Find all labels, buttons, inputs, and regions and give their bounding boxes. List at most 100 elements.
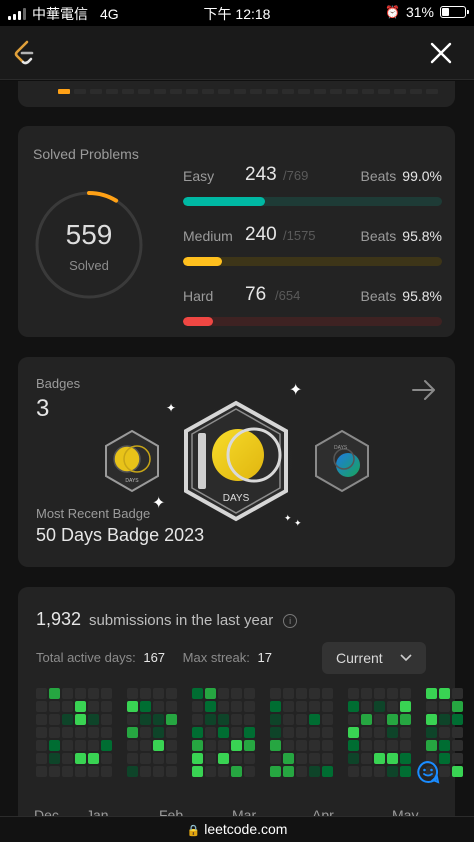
calendar-day[interactable] <box>283 714 294 725</box>
calendar-day[interactable] <box>62 688 73 699</box>
calendar-day[interactable] <box>348 714 359 725</box>
calendar-day[interactable] <box>75 727 86 738</box>
calendar-day[interactable] <box>218 688 229 699</box>
calendar-day[interactable] <box>101 701 112 712</box>
calendar-day[interactable] <box>36 753 47 764</box>
calendar-day[interactable] <box>244 714 255 725</box>
calendar-day[interactable] <box>374 766 385 777</box>
calendar-day[interactable] <box>140 688 151 699</box>
calendar-day[interactable] <box>387 740 398 751</box>
calendar-day[interactable] <box>101 727 112 738</box>
calendar-day[interactable] <box>140 766 151 777</box>
calendar-day[interactable] <box>244 701 255 712</box>
calendar-day[interactable] <box>75 688 86 699</box>
calendar-day[interactable] <box>296 688 307 699</box>
calendar-day[interactable] <box>88 727 99 738</box>
calendar-day[interactable] <box>374 727 385 738</box>
calendar-day[interactable] <box>231 701 242 712</box>
calendar-day[interactable] <box>361 701 372 712</box>
calendar-day[interactable] <box>296 740 307 751</box>
calendar-day[interactable] <box>62 701 73 712</box>
calendar-day[interactable] <box>88 688 99 699</box>
calendar-day[interactable] <box>101 740 112 751</box>
calendar-day[interactable] <box>452 740 463 751</box>
calendar-day[interactable] <box>101 714 112 725</box>
calendar-day[interactable] <box>309 753 320 764</box>
calendar-day[interactable] <box>374 688 385 699</box>
calendar-day[interactable] <box>270 701 281 712</box>
calendar-day[interactable] <box>400 701 411 712</box>
calendar-day[interactable] <box>49 701 60 712</box>
calendar-day[interactable] <box>231 753 242 764</box>
calendar-day[interactable] <box>140 753 151 764</box>
badge-50-days-icon[interactable]: DAYS <box>174 395 298 527</box>
calendar-day[interactable] <box>218 766 229 777</box>
calendar-day[interactable] <box>166 714 177 725</box>
calendar-day[interactable] <box>153 753 164 764</box>
calendar-day[interactable] <box>452 766 463 777</box>
calendar-day[interactable] <box>62 714 73 725</box>
calendar-day[interactable] <box>192 766 203 777</box>
calendar-day[interactable] <box>244 688 255 699</box>
calendar-day[interactable] <box>49 714 60 725</box>
calendar-day[interactable] <box>374 753 385 764</box>
calendar-day[interactable] <box>205 701 216 712</box>
calendar-day[interactable] <box>62 766 73 777</box>
calendar-day[interactable] <box>322 727 333 738</box>
calendar-day[interactable] <box>387 701 398 712</box>
calendar-day[interactable] <box>322 753 333 764</box>
calendar-day[interactable] <box>218 714 229 725</box>
badge-small-left-icon[interactable]: DAYS <box>102 429 162 493</box>
calendar-day[interactable] <box>348 688 359 699</box>
calendar-day[interactable] <box>400 753 411 764</box>
calendar-day[interactable] <box>309 766 320 777</box>
calendar-day[interactable] <box>166 766 177 777</box>
calendar-day[interactable] <box>400 727 411 738</box>
calendar-day[interactable] <box>270 727 281 738</box>
calendar-day[interactable] <box>244 753 255 764</box>
calendar-day[interactable] <box>218 740 229 751</box>
calendar-day[interactable] <box>231 740 242 751</box>
calendar-day[interactable] <box>387 727 398 738</box>
calendar-day[interactable] <box>192 740 203 751</box>
calendar-day[interactable] <box>88 740 99 751</box>
calendar-day[interactable] <box>75 701 86 712</box>
calendar-day[interactable] <box>166 727 177 738</box>
calendar-day[interactable] <box>192 701 203 712</box>
calendar-day[interactable] <box>244 766 255 777</box>
calendar-day[interactable] <box>127 740 138 751</box>
leetcode-logo-icon[interactable] <box>10 38 40 68</box>
calendar-day[interactable] <box>127 753 138 764</box>
calendar-day[interactable] <box>400 766 411 777</box>
calendar-day[interactable] <box>387 766 398 777</box>
calendar-day[interactable] <box>361 740 372 751</box>
calendar-day[interactable] <box>88 766 99 777</box>
calendar-day[interactable] <box>361 727 372 738</box>
calendar-day[interactable] <box>439 766 450 777</box>
calendar-day[interactable] <box>153 688 164 699</box>
calendar-day[interactable] <box>322 688 333 699</box>
calendar-day[interactable] <box>166 753 177 764</box>
calendar-day[interactable] <box>49 766 60 777</box>
calendar-day[interactable] <box>374 701 385 712</box>
calendar-day[interactable] <box>153 714 164 725</box>
calendar-day[interactable] <box>101 766 112 777</box>
calendar-day[interactable] <box>88 753 99 764</box>
calendar-day[interactable] <box>231 714 242 725</box>
calendar-day[interactable] <box>205 727 216 738</box>
calendar-day[interactable] <box>283 701 294 712</box>
calendar-day[interactable] <box>348 701 359 712</box>
calendar-day[interactable] <box>36 688 47 699</box>
calendar-day[interactable] <box>153 766 164 777</box>
calendar-day[interactable] <box>426 727 437 738</box>
calendar-day[interactable] <box>452 688 463 699</box>
calendar-day[interactable] <box>296 714 307 725</box>
calendar-day[interactable] <box>153 727 164 738</box>
calendar-day[interactable] <box>439 714 450 725</box>
calendar-day[interactable] <box>192 753 203 764</box>
calendar-day[interactable] <box>205 766 216 777</box>
calendar-day[interactable] <box>205 688 216 699</box>
calendar-day[interactable] <box>75 740 86 751</box>
calendar-day[interactable] <box>283 688 294 699</box>
calendar-day[interactable] <box>322 766 333 777</box>
